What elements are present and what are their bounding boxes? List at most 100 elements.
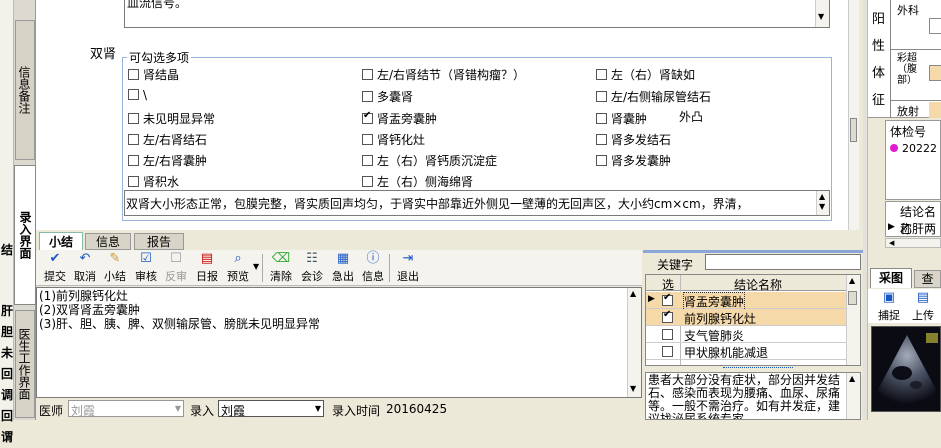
kidney-option-label: 肾多发结石 [611, 133, 672, 147]
checkbox[interactable] [128, 155, 139, 166]
checkbox[interactable] [128, 176, 139, 187]
clear-button[interactable]: ⌫ 清除 [268, 250, 294, 286]
submit-button[interactable]: ✔ 提交 [42, 250, 68, 286]
checkbox[interactable] [662, 346, 673, 357]
tab-summary[interactable]: 小结 [39, 232, 83, 251]
checked-checkbox[interactable] [662, 292, 673, 306]
doctor-select[interactable]: 刘霞 ▼ [68, 400, 184, 418]
consult-button[interactable]: ☷ 会诊 [299, 250, 325, 286]
checkbox[interactable] [128, 89, 139, 100]
keyword-note[interactable]: 患者大部分没有症状，部分因并发结石、感染而表现为腰痛、血尿、尿痛等。一般不需治疗… [645, 372, 861, 420]
kidney-option[interactable]: 肾多发囊肿 [596, 152, 671, 169]
conclusion-scroll[interactable]: ◀ [885, 238, 941, 248]
keyword-row[interactable]: 甲状腺机能减退 [646, 343, 846, 360]
urgent-button[interactable]: ▦ 急出 [330, 250, 356, 286]
kidney-option[interactable]: 肾囊肿 [596, 110, 647, 127]
exam-number-value[interactable]: 20222 [902, 142, 937, 155]
summary-button[interactable]: ✎ 小结 [102, 250, 128, 286]
kidney-option[interactable]: 未见明显异常 [128, 110, 215, 127]
note-scrollbar[interactable]: ▲ [846, 373, 860, 419]
conclusion-value[interactable]: 乙肝两 [900, 220, 936, 237]
checkbox[interactable] [362, 176, 373, 187]
checkbox[interactable] [362, 69, 373, 80]
description-spin[interactable]: ▲ ▼ [816, 191, 829, 215]
exit-button[interactable]: ⇥ 退出 [395, 250, 421, 286]
checkbox[interactable] [362, 155, 373, 166]
undo-icon: ↶ [79, 251, 91, 266]
ultrasound-thumbnail[interactable] [871, 326, 941, 412]
checkbox[interactable] [128, 134, 139, 145]
keyword-row[interactable]: 支气管肺炎 [646, 326, 846, 343]
dropdown-arrow-icon[interactable]: ▼ [253, 262, 259, 271]
toolbar-separator [389, 254, 390, 282]
upper-textarea[interactable]: 血流信号。 ▼ [124, 0, 830, 28]
tab-doctor-workspace[interactable]: 医生工作界面 [15, 310, 35, 418]
kidney-option[interactable]: \ [128, 88, 147, 102]
capture-button[interactable]: ▣ 捕捉 [874, 289, 904, 325]
kidney-option[interactable]: 肾积水 [128, 173, 179, 190]
unreview-icon: ☐ [170, 251, 182, 266]
form-scrollbar[interactable] [848, 0, 859, 230]
scroll-thumb[interactable] [848, 291, 857, 305]
summary-scrollbar[interactable]: ▲ ▼ [627, 288, 641, 397]
kidney-description[interactable]: 双肾大小形态正常，包膜完整，肾实质回声均匀，于肾实中部靠近外侧见一壁薄的无回声区… [124, 190, 830, 216]
keyword-row[interactable]: ▶ 肾盂旁囊肿 [646, 292, 846, 311]
tab-query[interactable]: 查 [914, 270, 941, 288]
kidney-option[interactable]: 肾多发结石 [596, 131, 671, 148]
kidney-option[interactable]: 多囊肾 [362, 88, 413, 105]
kidney-option[interactable]: 左/右侧输尿管结石 [596, 88, 711, 105]
surgery-value [929, 18, 941, 34]
scroll-thumb[interactable] [850, 118, 857, 142]
checkbox[interactable] [128, 69, 139, 80]
keyword-input[interactable] [705, 254, 861, 270]
tab-info[interactable]: 信息 [85, 233, 131, 250]
tab-label: 录入界面 [18, 211, 32, 259]
checkbox[interactable] [596, 69, 607, 80]
upload-button[interactable]: ▤ 上传 [908, 289, 938, 325]
kidney-option[interactable]: 肾结晶 [128, 66, 179, 83]
summary-textarea[interactable]: (1)前列腺钙化灶 (2)双肾肾盂旁囊肿 (3)肝、胆、胰、脾、双侧输尿管、膀胱… [36, 287, 642, 398]
upper-scrollbar[interactable]: ▼ [815, 0, 829, 27]
info-button[interactable]: ⓘ 信息 [360, 250, 386, 286]
checked-checkbox[interactable] [362, 110, 373, 124]
ultrasound-image [874, 333, 940, 404]
pen-icon: ✎ [109, 251, 121, 266]
entry-select[interactable]: 刘霞 ▼ [218, 400, 324, 418]
keyword-grid-scrollbar[interactable]: ▲ [846, 275, 860, 365]
preview-button[interactable]: ⌕ 预览 [224, 250, 252, 286]
tab-report[interactable]: 报告 [134, 233, 184, 250]
checkbox[interactable] [596, 91, 607, 102]
row-pointer-icon: ▶ [888, 222, 895, 232]
left-edge-char: 结 [1, 243, 14, 257]
splitter-handle[interactable] [723, 367, 793, 371]
checkbox[interactable] [362, 134, 373, 145]
kidney-option[interactable]: 左/右肾结石 [128, 131, 207, 148]
kidney-option[interactable]: 肾钙化灶 [362, 131, 425, 148]
checkbox[interactable] [596, 155, 607, 166]
checkbox[interactable] [128, 113, 139, 124]
tab-capture-image[interactable]: 采图 [870, 268, 912, 288]
tab-info-remarks[interactable]: 信息备注 [15, 20, 35, 160]
kidney-option-label: 左/右肾结石 [143, 133, 208, 147]
checkbox[interactable] [596, 134, 607, 145]
review-button[interactable]: ☑ 审核 [133, 250, 159, 286]
left-edge-char: 调 [1, 388, 14, 402]
unreview-button[interactable]: ☐ 反审 [163, 250, 189, 286]
checkbox[interactable] [596, 113, 607, 124]
kidney-option[interactable]: 左（右）侧海绵肾 [362, 173, 473, 190]
kidney-option[interactable]: 左（右）肾缺如 [596, 66, 695, 83]
kidney-option[interactable]: 左（右）肾钙质沉淀症 [362, 152, 497, 169]
doctor-label: 医师 [39, 404, 64, 418]
checkbox[interactable] [662, 329, 673, 340]
checked-checkbox[interactable] [662, 309, 673, 323]
checkbox[interactable] [362, 91, 373, 102]
kidney-option[interactable]: 左/右肾结节（肾错构瘤？） [362, 66, 525, 83]
kidney-option[interactable]: 肾盂旁囊肿 [362, 110, 437, 127]
keyword-row[interactable]: 前列腺钙化灶 [646, 309, 846, 326]
cancel-button[interactable]: ↶ 取消 [72, 250, 98, 286]
calendar-icon: ▦ [336, 251, 350, 266]
kidney-option[interactable]: 左/右肾囊肿 [128, 152, 207, 169]
daily-report-button[interactable]: ▤ 日报 [194, 250, 220, 286]
summary-line: (2)双肾肾盂旁囊肿 [39, 303, 140, 317]
tab-entry-interface[interactable]: 录入界面 [14, 165, 36, 305]
